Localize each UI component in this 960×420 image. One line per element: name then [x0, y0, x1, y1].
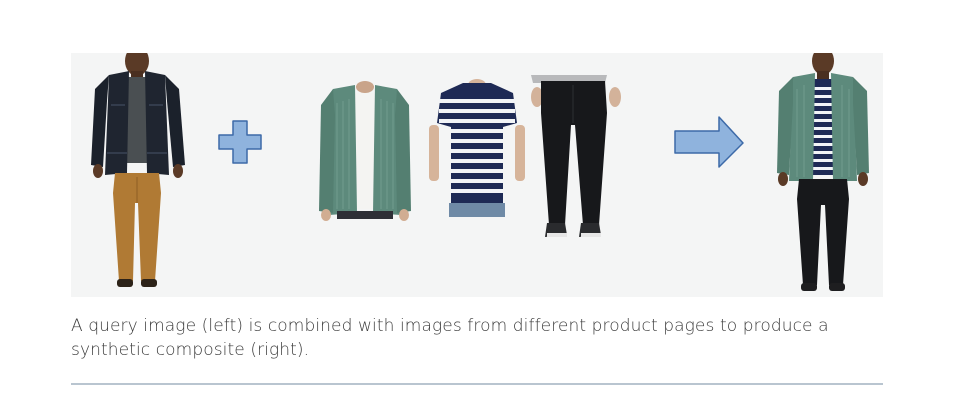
plus-icon	[218, 120, 262, 164]
query-image	[91, 53, 185, 287]
section-divider	[71, 383, 883, 385]
composite-image	[777, 53, 869, 291]
right-arrow-icon	[674, 116, 744, 168]
product-image-black-jeans	[531, 75, 621, 237]
product-image-striped-tee	[429, 79, 525, 217]
product-image-cardigan	[319, 81, 411, 221]
figure-caption: A query image (left) is combined with im…	[71, 316, 829, 360]
figure-image-panel	[71, 53, 883, 297]
